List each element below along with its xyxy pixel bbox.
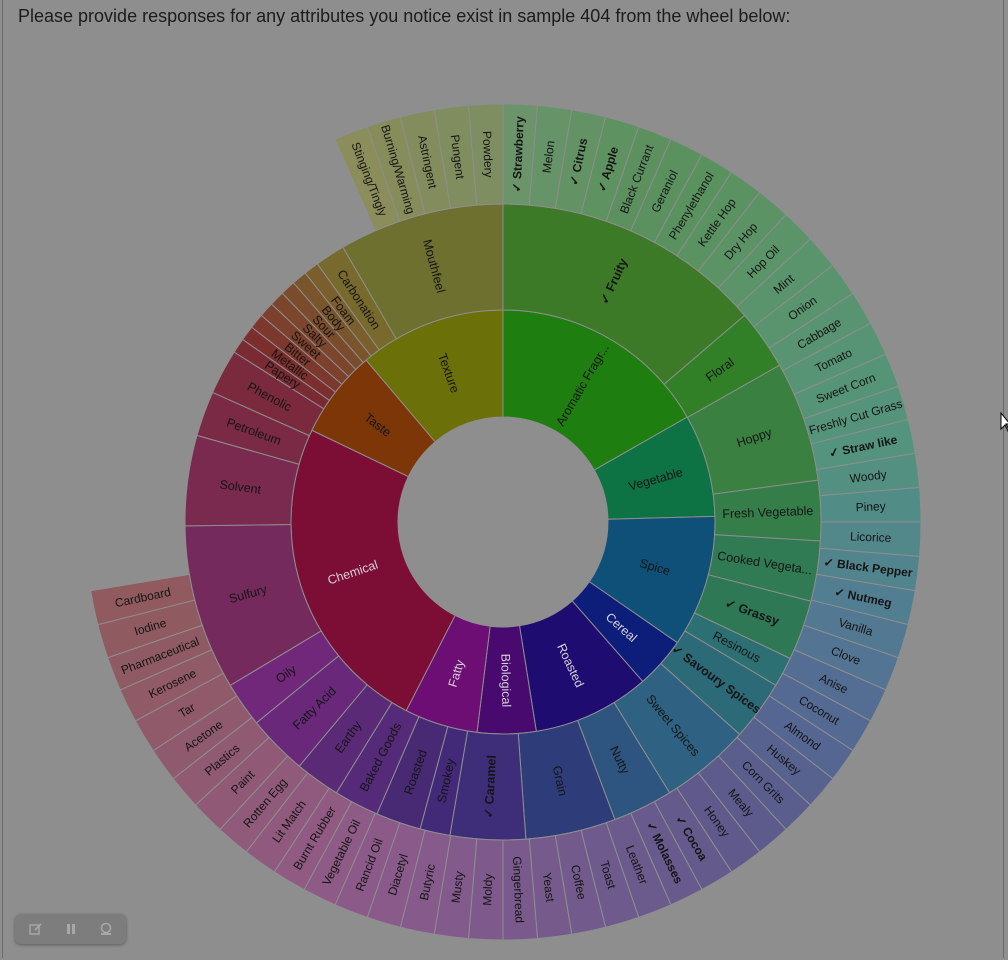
wheel-label-gingerbread: Gingerbread (510, 856, 527, 923)
recording-toolbar (15, 914, 126, 944)
wheel-label-licorice: Licorice (850, 529, 892, 545)
wheel-label-biological: Biological (498, 654, 513, 708)
edit-icon[interactable] (27, 920, 45, 938)
mouse-cursor-icon (1000, 412, 1008, 432)
wheel-label-piney: Piney (855, 499, 886, 514)
pause-icon[interactable] (62, 920, 80, 938)
wheel-label-moldy: Moldy (480, 873, 495, 906)
wheel-center (398, 417, 608, 627)
wheel-label-powdery: Powdery (480, 131, 496, 178)
flavor-wheel: Aromatic Fragr...VegetableSpiceCerealRoa… (90, 103, 922, 941)
settings-icon[interactable] (97, 920, 115, 938)
